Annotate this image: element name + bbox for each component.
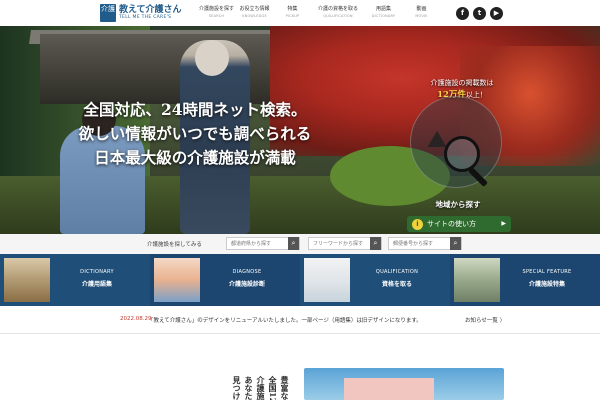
- search-icon[interactable]: ⌕: [370, 237, 381, 250]
- intro-text-column: 介護施: [256, 376, 266, 400]
- news-headline-link[interactable]: 「教えて介護さん」のデザインをリニューアルいたしました。一部ページ（用語集）は旧…: [148, 316, 422, 324]
- category-special-feature[interactable]: SPECIAL FEATURE 介護施設特集: [450, 254, 600, 306]
- intro-text-column: 全国12: [268, 376, 278, 400]
- info-icon: i: [412, 218, 423, 230]
- nav-item-knowledge[interactable]: お役立ち情報 KNOWLEDGE: [236, 5, 273, 19]
- news-ticker: 2022.08.29 「教えて介護さん」のデザインをリニューアルいたしました。一…: [0, 312, 600, 328]
- hero-slider: 全国対応、24時間ネット検索。 欲しい情報がいつでも調べられる 日本最大級の介護…: [0, 26, 600, 234]
- nav-item-sublabel: QUALIFICATION: [323, 14, 353, 18]
- nav-item-label: 動画: [416, 6, 427, 12]
- page: 介護 教えて介護さん TELL ME THE CARE'S 介護施設を探す SE…: [0, 0, 600, 400]
- main-nav: 介護施設を探す SEARCH お役立ち情報 KNOWLEDGE 特集 PICKU…: [198, 5, 441, 19]
- logo-title: 教えて介護さん: [119, 5, 182, 15]
- nav-item-sublabel: SEARCH: [208, 14, 225, 18]
- logo-text: 教えて介護さん TELL ME THE CARE'S: [119, 5, 182, 21]
- region-search-label[interactable]: 地域から探す: [424, 199, 492, 210]
- nav-item-qualification[interactable]: 介護の資格を取る QUALIFICATION: [312, 5, 364, 19]
- intro-text-column: あなた: [244, 376, 254, 400]
- nav-item-label: 介護の資格を取る: [317, 6, 358, 12]
- category-title-en: DICTIONARY: [80, 269, 114, 275]
- category-title-en: SPECIAL FEATURE: [522, 269, 572, 275]
- youtube-icon[interactable]: ▶: [490, 7, 503, 20]
- intro-text-column: 見つけ: [232, 376, 242, 400]
- twitter-icon[interactable]: t: [473, 7, 486, 20]
- facility-search-bar: 介護施設を探してみる ⌕ ⌕ ⌕: [0, 234, 600, 254]
- arrow-right-icon: ▶: [501, 220, 506, 227]
- category-title-jp: 介護施設診断: [228, 281, 265, 288]
- hero-house: [40, 34, 290, 104]
- diagnose-image: [154, 258, 200, 302]
- intro-photo: [304, 368, 504, 400]
- news-date: 2022.08.29: [120, 316, 152, 322]
- site-header: 介護 教えて介護さん TELL ME THE CARE'S 介護施設を探す SE…: [0, 0, 600, 26]
- nav-item-label: お役立ち情報: [239, 6, 270, 12]
- hero-copy: 全国対応、24時間ネット検索。 欲しい情報がいつでも調べられる 日本最大級の介護…: [60, 98, 330, 170]
- nav-item-dictionary[interactable]: 用語集 DICTIONARY: [365, 5, 402, 19]
- category-title-jp: 介護用語集: [81, 281, 112, 288]
- logo-subtitle: TELL ME THE CARE'S: [119, 15, 172, 20]
- category-title-en: DIAGNOSE: [232, 269, 262, 275]
- hero-headline: 欲しい情報がいつでも調べられる: [78, 124, 312, 143]
- badge-prefix: 介護施設の掲載数は: [430, 79, 494, 87]
- hero-headline: 日本最大級の介護施設が満載: [94, 148, 296, 167]
- wheelchair-image: [454, 258, 500, 302]
- logo-mark-icon: 介護: [100, 4, 116, 22]
- site-logo[interactable]: 介護 教えて介護さん TELL ME THE CARE'S: [100, 4, 182, 22]
- category-diagnose[interactable]: DIAGNOSE 介護施設診断: [150, 254, 300, 306]
- building-image: [344, 378, 434, 400]
- nav-item-movie[interactable]: 動画 MOVIE: [403, 5, 440, 19]
- hero-headline: 全国対応、24時間ネット検索。: [83, 100, 307, 119]
- section-divider: [0, 333, 600, 334]
- facebook-icon[interactable]: f: [456, 7, 469, 20]
- nav-item-sublabel: PICKUP: [285, 14, 300, 18]
- nav-item-label: 介護施設を探す: [198, 6, 234, 12]
- category-banners: DICTIONARY 介護用語集 DIAGNOSE 介護施設診断 QUALIFI…: [0, 254, 600, 306]
- nav-item-sublabel: KNOWLEDGE: [242, 14, 267, 18]
- nav-item-label: 特集: [287, 6, 298, 12]
- search-label: 介護施設を探してみる: [147, 242, 202, 248]
- hero-elderly-man-head: [195, 40, 229, 76]
- nav-item-sublabel: MOVIE: [415, 14, 428, 18]
- category-title-jp: 介護施設特集: [528, 281, 565, 288]
- category-qualification[interactable]: QUALIFICATION 資格を取る: [300, 254, 450, 306]
- nav-item-search[interactable]: 介護施設を探す SEARCH: [198, 5, 235, 19]
- nav-item-sublabel: DICTIONARY: [371, 14, 396, 18]
- site-usage-label: サイトの使い方: [427, 220, 476, 228]
- category-title-jp: 資格を取る: [381, 281, 412, 288]
- category-title-en: QUALIFICATION: [375, 269, 419, 275]
- nav-item-label: 用語集: [375, 6, 391, 12]
- qualification-image: [304, 258, 350, 302]
- category-dictionary[interactable]: DICTIONARY 介護用語集: [0, 254, 150, 306]
- magnifier-icon: [444, 136, 480, 172]
- site-usage-button[interactable]: i サイトの使い方 ▶: [407, 216, 511, 232]
- intro-text-column: 豊富な: [280, 376, 290, 400]
- news-list-link[interactable]: お知らせ一覧 〉: [465, 316, 505, 324]
- social-links: f t ▶: [456, 7, 507, 20]
- search-icon[interactable]: ⌕: [288, 237, 299, 250]
- search-icon[interactable]: ⌕: [450, 237, 461, 250]
- books-image: [4, 258, 50, 302]
- nav-item-pickup[interactable]: 特集 PICKUP: [274, 5, 311, 19]
